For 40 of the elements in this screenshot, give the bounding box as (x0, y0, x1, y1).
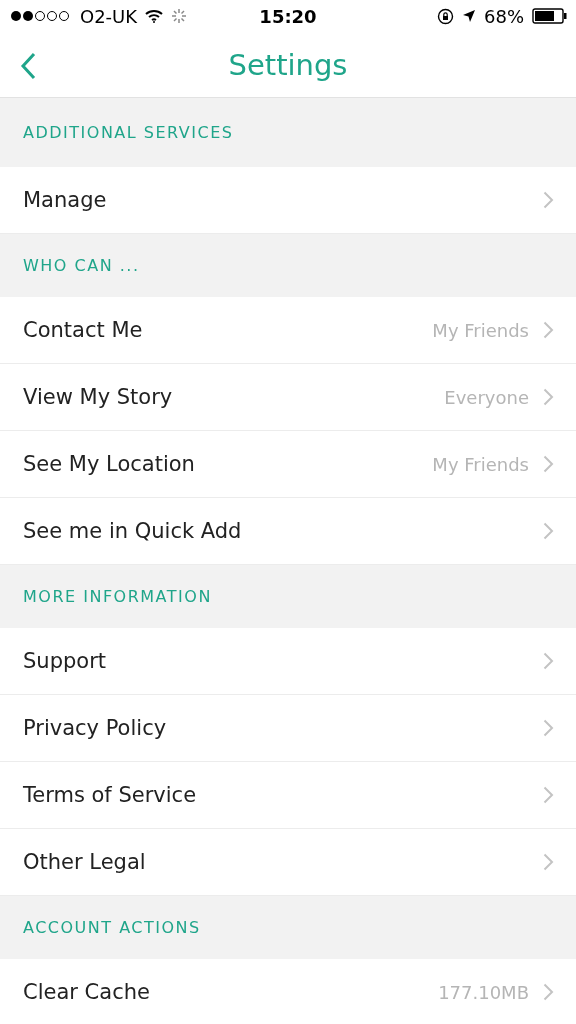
chevron-icon (543, 191, 554, 209)
row-label: See me in Quick Add (23, 519, 243, 543)
battery-percentage: 68% (484, 5, 524, 27)
back-chevron-icon (20, 52, 36, 80)
section-title: WHO CAN ... (23, 256, 140, 275)
spinner-icon (171, 8, 188, 24)
row-label: Manage (23, 188, 108, 212)
chevron-icon (543, 652, 554, 670)
row-value: My Friends (432, 319, 529, 341)
section-title: MORE INFORMATION (23, 587, 212, 606)
chevron-icon (543, 321, 554, 339)
clock-time: 15:20 (259, 5, 317, 27)
section-title: ADDITIONAL SERVICES (23, 123, 234, 142)
row-value: My Friends (432, 453, 529, 475)
wifi-icon (145, 9, 164, 23)
chevron-icon (543, 455, 554, 473)
location-arrow-icon (462, 9, 476, 23)
row-label: Contact Me (23, 318, 144, 342)
signal-icon (10, 10, 72, 22)
row-label: Other Legal (23, 850, 147, 874)
row-value: Everyone (444, 386, 529, 408)
back-button[interactable] (18, 50, 38, 82)
battery-icon (532, 8, 568, 24)
carrier-name: O2-UK (80, 5, 138, 27)
rotation-lock-icon (437, 7, 454, 25)
row-value: 177.10MB (438, 981, 529, 1003)
row-label: Clear Cache (23, 980, 151, 1004)
chevron-icon (543, 853, 554, 871)
chevron-icon (543, 719, 554, 737)
section-title: ACCOUNT ACTIONS (23, 918, 201, 937)
chevron-icon (543, 522, 554, 540)
row-label: Privacy Policy (23, 716, 168, 740)
row-label: Support (23, 649, 107, 673)
screen-title: Settings (228, 47, 348, 82)
chevron-icon (543, 388, 554, 406)
chevron-icon (543, 786, 554, 804)
row-label: Terms of Service (23, 783, 198, 807)
row-label: See My Location (23, 452, 196, 476)
chevron-icon (543, 983, 554, 1001)
row-label: View My Story (23, 385, 174, 409)
